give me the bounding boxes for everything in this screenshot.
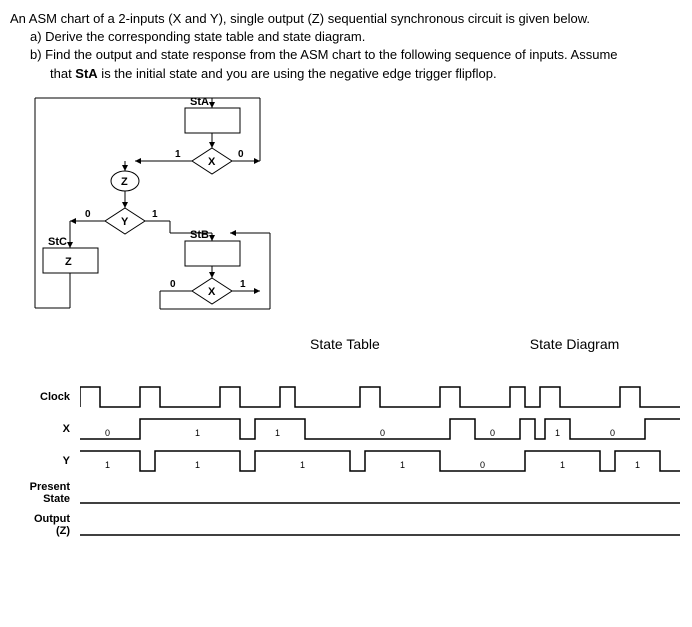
- y-val-2: 1: [300, 460, 305, 470]
- y-val-5: 1: [560, 460, 565, 470]
- svg-text:StB: StB: [190, 229, 209, 241]
- question-header: An ASM chart of a 2-inputs (X and Y), si…: [10, 10, 682, 83]
- y-val-6: 1: [635, 460, 640, 470]
- svg-text:0: 0: [85, 209, 91, 220]
- svg-text:1: 1: [240, 279, 246, 290]
- x-val-3: 0: [380, 428, 385, 438]
- asm-chart: StA X 1 0 Z Y: [30, 93, 682, 316]
- item-b-cont: that StA is the initial state and you ar…: [10, 65, 682, 83]
- present-state-row: Present State: [10, 478, 682, 508]
- state-diagram-label: State Diagram: [530, 336, 619, 352]
- y-row: Y 1 1 1 1 0 1 1: [10, 446, 682, 476]
- item-b: b) Find the output and state response fr…: [10, 46, 682, 64]
- output-label: Output (Z): [10, 513, 80, 537]
- y-val-3: 1: [400, 460, 405, 470]
- x-val-6: 0: [610, 428, 615, 438]
- svg-text:0: 0: [238, 149, 244, 160]
- svg-text:Z: Z: [121, 176, 128, 188]
- x-row: X 0 1 1 0 0 1 0: [10, 414, 682, 444]
- x-val-2: 1: [275, 428, 280, 438]
- clock-label: Clock: [10, 391, 80, 403]
- present-state-label: Present State: [10, 481, 80, 505]
- svg-text:X: X: [208, 156, 216, 168]
- present-state-waveform: [80, 478, 682, 508]
- svg-text:StC: StC: [48, 236, 67, 248]
- svg-text:1: 1: [175, 149, 181, 160]
- x-val-4: 0: [490, 428, 495, 438]
- svg-text:1: 1: [152, 209, 158, 220]
- x-waveform: 0 1 1 0 0 1 0: [80, 414, 682, 444]
- svg-text:Z: Z: [65, 256, 72, 268]
- y-label: Y: [10, 455, 80, 467]
- timing-diagram: Clock X 0 1 1 0 0 1 0 Y: [10, 382, 682, 540]
- y-waveform: 1 1 1 1 0 1 1: [80, 446, 682, 476]
- y-val-0: 1: [105, 460, 110, 470]
- svg-text:X: X: [208, 286, 216, 298]
- intro-text: An ASM chart of a 2-inputs (X and Y), si…: [10, 10, 682, 28]
- table-labels-row: State Table State Diagram: [10, 336, 682, 352]
- output-row: Output (Z): [10, 510, 682, 540]
- clock-waveform: [80, 382, 682, 412]
- svg-text:Y: Y: [121, 216, 129, 228]
- x-val-0: 0: [105, 428, 110, 438]
- clock-row: Clock: [10, 382, 682, 412]
- output-waveform: [80, 510, 682, 540]
- x-label: X: [10, 423, 80, 435]
- y-val-4: 0: [480, 460, 485, 470]
- svg-text:0: 0: [170, 279, 176, 290]
- state-table-label: State Table: [310, 336, 380, 352]
- x-val-5: 1: [555, 428, 560, 438]
- y-val-1: 1: [195, 460, 200, 470]
- x-val-1: 1: [195, 428, 200, 438]
- item-a: a) Derive the corresponding state table …: [10, 28, 682, 46]
